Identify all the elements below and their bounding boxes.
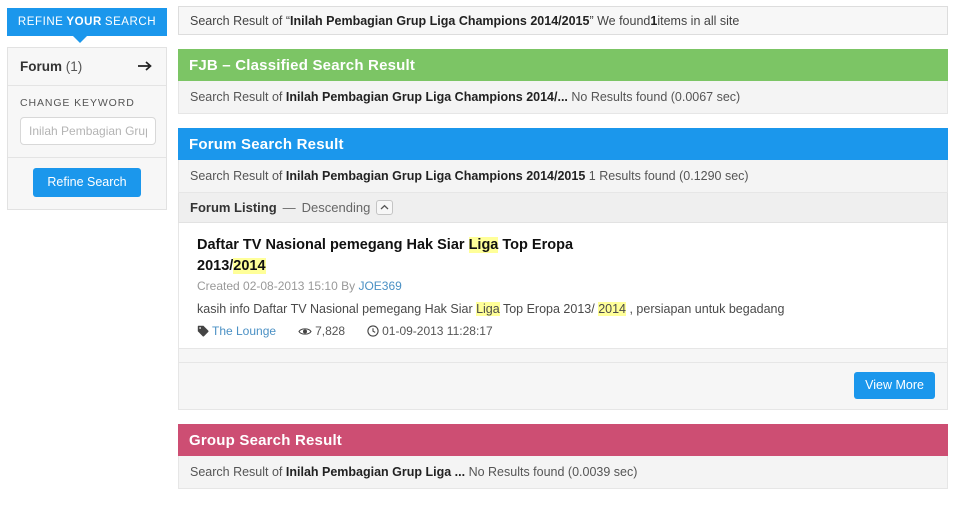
- group-status-text: No Results found (0.0039 sec): [465, 465, 638, 480]
- result-views: 7,828: [298, 324, 345, 338]
- summary-middle: ” We found: [589, 13, 651, 28]
- fjb-section-status: Search Result of Inilah Pembagian Grup L…: [178, 81, 948, 114]
- refine-tab-word-your: YOUR: [66, 16, 102, 28]
- forum-status-prefix: Search Result of: [190, 169, 286, 183]
- group-section: Group Search Result Search Result of Ini…: [178, 424, 948, 490]
- snippet-highlight-2014: 2014: [598, 302, 626, 317]
- snippet-part2: Top Eropa 2013/: [499, 302, 599, 317]
- snippet-highlight-liga: Liga: [476, 302, 500, 317]
- result-forum-name-link[interactable]: The Lounge: [212, 324, 276, 338]
- chevron-up-icon[interactable]: [376, 200, 394, 215]
- group-section-header: Group Search Result: [178, 424, 948, 457]
- result-timestamp: 01-09-2013 11:28:17: [367, 324, 493, 338]
- summary-count: 1: [650, 13, 658, 28]
- forum-result-divider-strip: [178, 349, 948, 364]
- forum-listing-label: Forum Listing: [190, 200, 277, 215]
- summary-suffix: items in all site: [657, 13, 740, 28]
- arrow-right-icon[interactable]: [138, 60, 153, 74]
- refine-tab-word-refine: REFINE: [17, 16, 64, 28]
- snippet-part3: , persiapan untuk begadang: [626, 302, 785, 317]
- forum-listing-order[interactable]: Descending: [302, 200, 371, 215]
- search-summary-bar: Search Result of “Inilah Pembagian Grup …: [178, 6, 948, 35]
- forum-section-status: Search Result of Inilah Pembagian Grup L…: [178, 160, 948, 193]
- results-main-column: Search Result of “Inilah Pembagian Grup …: [178, 0, 954, 518]
- summary-prefix: Search Result of “: [190, 13, 291, 28]
- forum-section-header: Forum Search Result: [178, 128, 948, 160]
- result-created-label: Created: [197, 279, 244, 294]
- result-author-link[interactable]: JOE369: [358, 279, 401, 293]
- forum-status-text: 1 Results found (0.1290 sec): [585, 169, 749, 183]
- refine-tab-caret-icon: [73, 36, 87, 43]
- refine-button-block: Refine Search: [8, 158, 166, 209]
- view-more-button[interactable]: View More: [854, 372, 935, 400]
- refine-tab-word-search: SEARCH: [104, 16, 157, 28]
- refine-your-search-tab[interactable]: REFINE YOUR SEARCH: [7, 8, 167, 36]
- forum-listing-bar: Forum Listing — Descending: [178, 193, 948, 223]
- change-keyword-label: CHANGE KEYWORD: [20, 97, 135, 109]
- fjb-section: FJB – Classified Search Result Search Re…: [178, 49, 948, 114]
- sidebar-forum-label: Forum: [20, 59, 62, 74]
- forum-section: Forum Search Result Search Result of Ini…: [178, 128, 948, 411]
- summary-query: Inilah Pembagian Grup Liga Champions 201…: [290, 13, 590, 28]
- refine-search-sidebar: REFINE YOUR SEARCH Forum (1) CHANGE KEYW…: [0, 0, 174, 518]
- forum-status-query: Inilah Pembagian Grup Liga Champions 201…: [285, 169, 586, 183]
- snippet-part1: kasih info Daftar TV Nasional pemegang H…: [197, 302, 477, 317]
- result-created-line: Created 02-08-2013 15:10 By JOE369: [197, 279, 933, 293]
- fjb-status-prefix: Search Result of: [190, 90, 286, 104]
- sidebar-forum-count: (1): [65, 59, 83, 74]
- eye-icon: [298, 326, 312, 337]
- forum-view-more-strip: View More: [178, 363, 948, 411]
- fjb-status-query: Inilah Pembagian Grup Liga Champions 201…: [285, 90, 568, 104]
- clock-icon: [367, 325, 379, 337]
- result-forum-tag[interactable]: The Lounge: [197, 324, 276, 338]
- fjb-status-text: No Results found (0.0067 sec): [567, 90, 741, 104]
- group-status-prefix: Search Result of: [190, 465, 286, 480]
- refine-search-button[interactable]: Refine Search: [33, 168, 141, 197]
- group-status-query: Inilah Pembagian Grup Liga ...: [285, 465, 466, 480]
- result-views-count: 7,828: [315, 324, 346, 339]
- fjb-section-header: FJB – Classified Search Result: [178, 49, 948, 81]
- result-title-highlight-2014: 2014: [233, 257, 266, 274]
- result-meta-row: The Lounge 7,828 01-09-2013 11:28:17: [197, 324, 933, 338]
- result-title-part1: Daftar TV Nasional pemegang Hak Siar: [197, 237, 469, 253]
- search-results-page: REFINE YOUR SEARCH Forum (1) CHANGE KEYW…: [0, 0, 954, 518]
- change-keyword-block: CHANGE KEYWORD: [8, 86, 166, 158]
- result-timestamp-text: 01-09-2013 11:28:17: [382, 324, 493, 339]
- result-title-link[interactable]: Daftar TV Nasional pemegang Hak Siar Lig…: [197, 235, 627, 276]
- result-title-highlight-liga: Liga: [468, 237, 499, 253]
- refine-panel: Forum (1) CHANGE KEYWORD Refine Search: [7, 47, 167, 210]
- tag-icon: [197, 325, 209, 337]
- result-snippet: kasih info Daftar TV Nasional pemegang H…: [197, 302, 933, 317]
- forum-listing-dash: —: [282, 200, 296, 215]
- forum-result-item: Daftar TV Nasional pemegang Hak Siar Lig…: [178, 223, 948, 350]
- keyword-input[interactable]: [20, 117, 156, 145]
- result-created-date: 02-08-2013 15:10: [243, 279, 338, 294]
- group-section-status: Search Result of Inilah Pembagian Grup L…: [178, 456, 948, 490]
- sidebar-item-forum[interactable]: Forum (1): [8, 48, 166, 86]
- result-by-label: By: [337, 279, 359, 294]
